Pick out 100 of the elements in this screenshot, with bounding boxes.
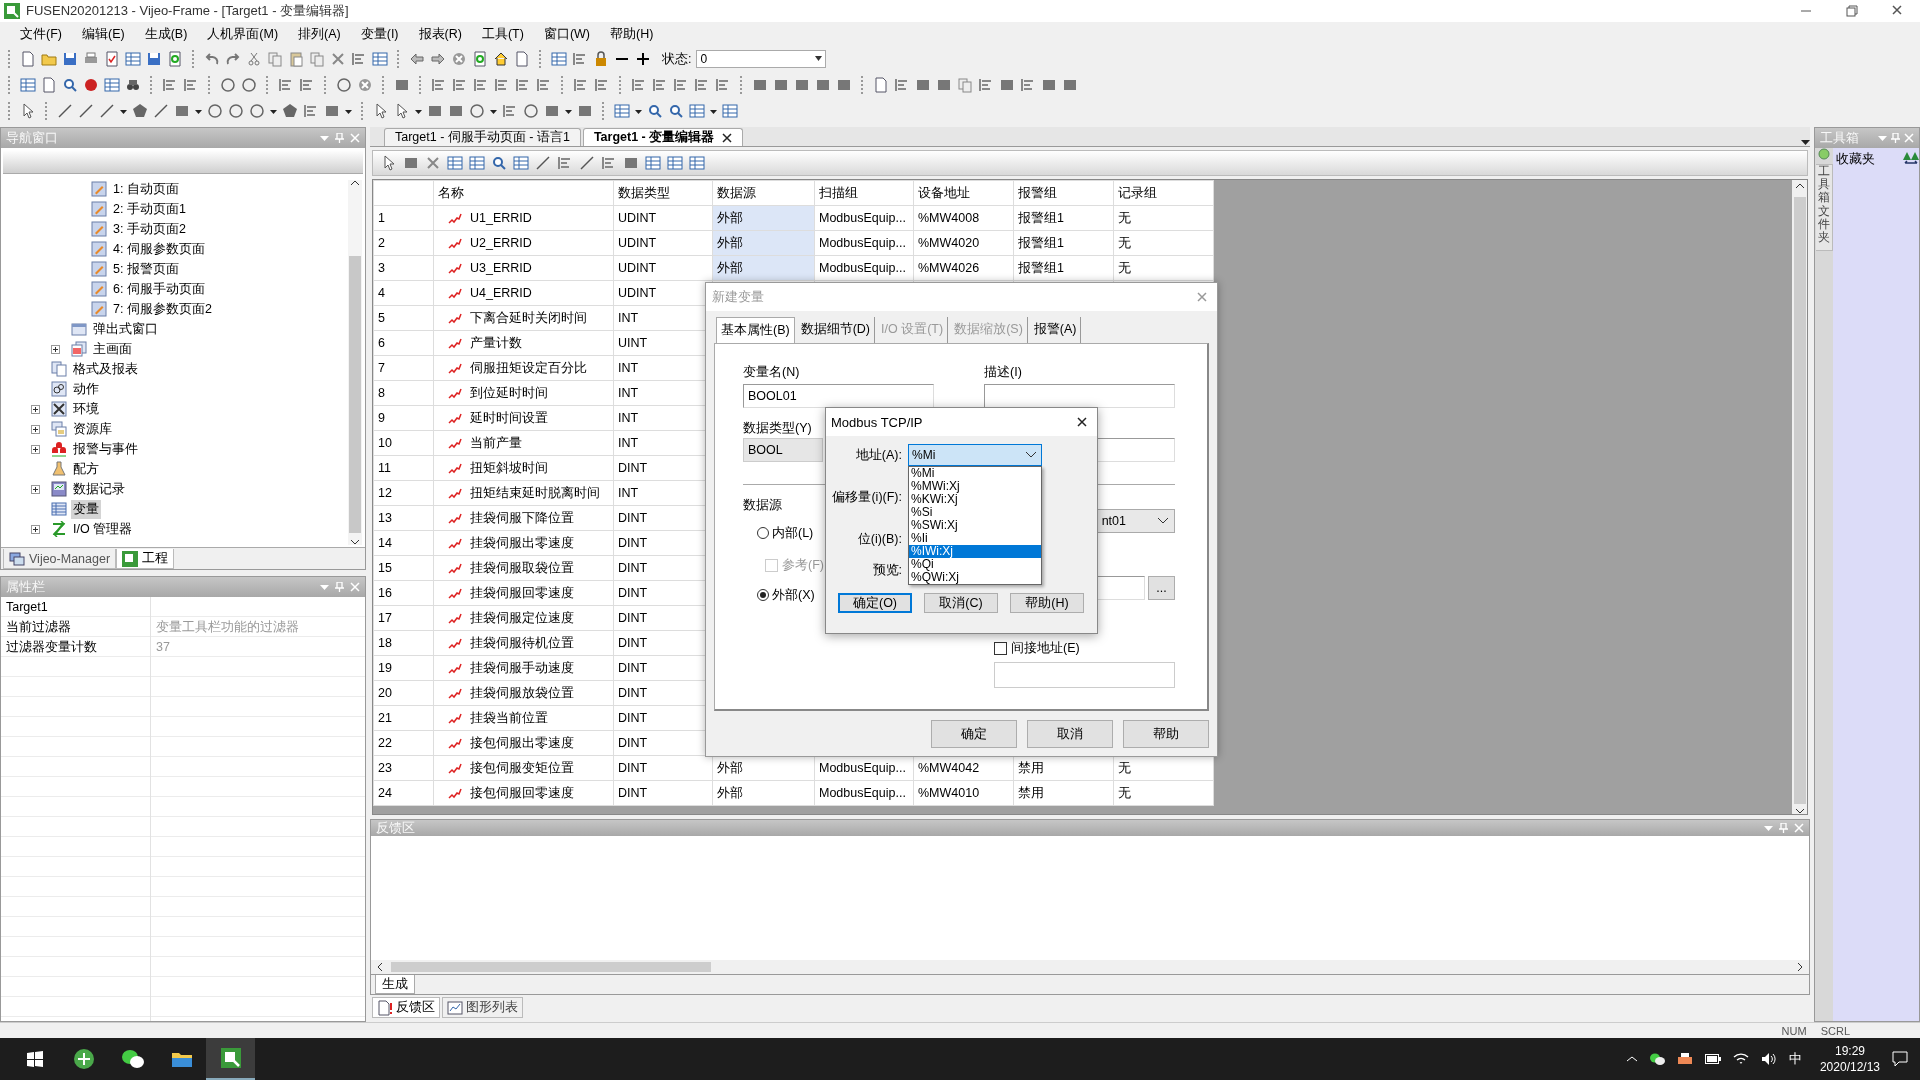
notification-icon[interactable] bbox=[1892, 1051, 1908, 1067]
rectangle-icon[interactable] bbox=[394, 77, 410, 93]
align-icon[interactable] bbox=[452, 77, 468, 93]
tab[interactable]: 基本属性(B) bbox=[716, 317, 795, 343]
menu-item[interactable]: 帮助(H) bbox=[602, 23, 662, 45]
tree-item[interactable]: 数据记录 bbox=[71, 479, 127, 499]
input-field[interactable] bbox=[984, 384, 1175, 408]
document-icon[interactable] bbox=[514, 51, 530, 67]
dropdown-icon[interactable] bbox=[1801, 140, 1810, 146]
rectangle-icon[interactable] bbox=[1062, 77, 1078, 93]
grid-icon[interactable] bbox=[689, 155, 705, 171]
panel-tab[interactable]: 反馈区 bbox=[372, 997, 440, 1018]
align-icon[interactable] bbox=[473, 77, 489, 93]
cancel-button[interactable]: 取消(C) bbox=[924, 593, 998, 613]
scroll-right-icon[interactable] bbox=[1797, 963, 1803, 971]
rectangle-icon[interactable] bbox=[577, 103, 593, 119]
align-icon[interactable] bbox=[715, 77, 731, 93]
rectangle-icon[interactable] bbox=[999, 77, 1015, 93]
align-icon[interactable] bbox=[601, 155, 617, 171]
rectangle-icon[interactable] bbox=[174, 103, 190, 119]
rectangle-icon[interactable] bbox=[623, 155, 639, 171]
trees-icon[interactable] bbox=[1903, 151, 1919, 167]
line-icon[interactable] bbox=[535, 155, 551, 171]
align-icon[interactable] bbox=[162, 77, 178, 93]
printer-icon[interactable] bbox=[1676, 1052, 1693, 1066]
folder-icon[interactable] bbox=[170, 1050, 193, 1068]
align-icon[interactable] bbox=[631, 77, 647, 93]
grid-icon[interactable] bbox=[689, 103, 705, 119]
rectangle-icon[interactable] bbox=[544, 103, 560, 119]
align-icon[interactable] bbox=[1020, 77, 1036, 93]
align-icon[interactable] bbox=[594, 77, 610, 93]
circle-icon[interactable] bbox=[241, 77, 257, 93]
stop-icon[interactable] bbox=[357, 77, 373, 93]
align-icon[interactable] bbox=[183, 77, 199, 93]
grid-icon[interactable] bbox=[645, 155, 661, 171]
rectangle-icon[interactable] bbox=[773, 77, 789, 93]
rectangle-icon[interactable] bbox=[752, 77, 768, 93]
pointer-icon[interactable] bbox=[381, 155, 397, 171]
scroll-up-icon[interactable] bbox=[1795, 183, 1804, 189]
expand-icon[interactable] bbox=[31, 484, 40, 494]
tree-item[interactable]: 报警与事件 bbox=[71, 439, 140, 459]
copy-icon[interactable] bbox=[309, 51, 325, 67]
help-button[interactable]: 帮助 bbox=[1123, 720, 1209, 748]
redo-icon[interactable] bbox=[225, 51, 241, 67]
align-icon[interactable] bbox=[978, 77, 994, 93]
pointer-icon[interactable] bbox=[20, 103, 36, 119]
type-select[interactable]: BOOL bbox=[743, 438, 823, 462]
line-icon[interactable] bbox=[78, 103, 94, 119]
browse-button[interactable]: ... bbox=[1148, 576, 1175, 600]
menu-item[interactable]: 报表(R) bbox=[410, 23, 470, 45]
caret-up-icon[interactable] bbox=[1626, 1056, 1637, 1062]
grid-icon[interactable] bbox=[513, 155, 529, 171]
cross-icon[interactable] bbox=[425, 155, 441, 171]
tree-item[interactable]: 主画面 bbox=[91, 339, 134, 359]
pin-icon[interactable] bbox=[335, 582, 344, 592]
scroll-up-icon[interactable] bbox=[351, 180, 359, 186]
restore-icon[interactable] bbox=[1846, 5, 1858, 17]
checkbox[interactable]: 间接地址(E) bbox=[994, 638, 1080, 658]
dropdown-option[interactable]: %IWi:Xj bbox=[909, 545, 1041, 558]
rectangle-icon[interactable] bbox=[936, 77, 952, 93]
tree-item[interactable]: 1: 自动页面 bbox=[111, 179, 181, 199]
align-icon[interactable] bbox=[431, 77, 447, 93]
dropdown-option[interactable]: %Si bbox=[909, 506, 1041, 519]
rectangle-icon[interactable] bbox=[324, 103, 340, 119]
scissors-icon[interactable] bbox=[246, 51, 262, 67]
line-icon[interactable] bbox=[153, 103, 169, 119]
right-arrow-icon[interactable] bbox=[430, 51, 446, 67]
tree-item[interactable]: 动作 bbox=[71, 379, 101, 399]
help-button[interactable]: 帮助(H) bbox=[1010, 593, 1084, 613]
align-icon[interactable] bbox=[494, 77, 510, 93]
align-icon[interactable] bbox=[652, 77, 668, 93]
rectangle-icon[interactable] bbox=[794, 77, 810, 93]
tree-item[interactable]: 变量 bbox=[71, 499, 101, 519]
align-icon[interactable] bbox=[502, 103, 518, 119]
copy-icon[interactable] bbox=[267, 51, 283, 67]
panel-tab[interactable]: 生成 bbox=[375, 975, 415, 994]
tree-item[interactable]: 2: 手动页面1 bbox=[111, 199, 188, 219]
stop-icon[interactable] bbox=[451, 51, 467, 67]
dropdown-option[interactable]: %Ii bbox=[909, 532, 1041, 545]
align-icon[interactable] bbox=[673, 77, 689, 93]
grid-icon[interactable] bbox=[447, 155, 463, 171]
pin-icon[interactable] bbox=[1891, 133, 1900, 143]
grid-icon[interactable] bbox=[20, 77, 36, 93]
pentagon-icon[interactable] bbox=[282, 103, 298, 119]
magnifier-icon[interactable] bbox=[647, 103, 663, 119]
scrollbar-thumb[interactable] bbox=[349, 256, 361, 533]
browser-icon[interactable] bbox=[72, 1048, 95, 1070]
pin-icon[interactable] bbox=[1779, 823, 1788, 833]
menu-item[interactable]: 工具(T) bbox=[473, 23, 532, 45]
grid-icon[interactable] bbox=[667, 155, 683, 171]
tree-item[interactable]: I/O 管理器 bbox=[71, 519, 135, 539]
menu-item[interactable]: 排列(A) bbox=[290, 23, 349, 45]
radio-button[interactable]: 外部(X) bbox=[757, 585, 815, 605]
grid-icon[interactable] bbox=[104, 77, 120, 93]
align-icon[interactable] bbox=[303, 103, 319, 119]
status-combobox[interactable]: 0 bbox=[696, 50, 827, 68]
pointer-icon[interactable] bbox=[394, 103, 410, 119]
menu-item[interactable]: 生成(B) bbox=[136, 23, 196, 45]
dropdown-option[interactable]: %Mi bbox=[909, 467, 1041, 480]
radio-button[interactable]: 内部(L) bbox=[757, 523, 814, 543]
